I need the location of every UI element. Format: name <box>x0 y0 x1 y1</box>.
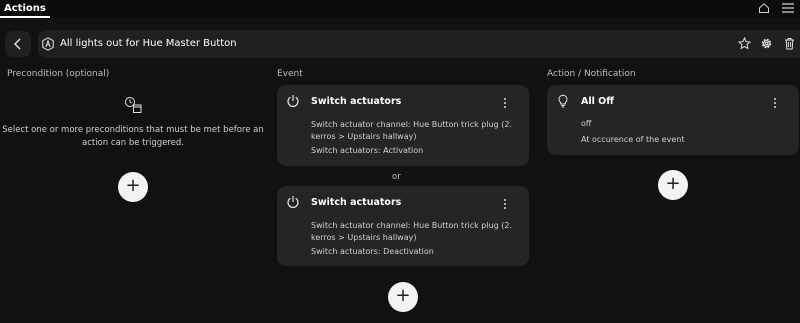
event-title: Switch actuators <box>311 96 402 107</box>
page-title: All lights out for Hue Master Button <box>60 38 237 49</box>
title-bar: All lights out for Hue Master Button <box>38 30 800 58</box>
clock-calendar-icon <box>125 97 142 113</box>
kebab-menu-icon[interactable] <box>503 198 507 210</box>
action-value: off <box>581 119 592 128</box>
precondition-empty-text: Select one or more preconditions that mu… <box>2 125 264 148</box>
event-detail: Switch actuator channel: Hue Button tric… <box>311 221 513 242</box>
power-icon <box>287 95 299 107</box>
gear-icon[interactable] <box>760 37 773 50</box>
star-icon[interactable] <box>738 37 751 50</box>
trash-icon[interactable] <box>783 37 796 50</box>
action-card[interactable]: All Off off At occurence of the event <box>547 85 799 155</box>
event-detail: Switch actuator channel: Hue Button tric… <box>311 120 513 141</box>
top-bar: Actions <box>0 0 800 18</box>
action-title: All Off <box>581 96 614 107</box>
event-header: Event <box>277 69 303 79</box>
event-card[interactable]: Switch actuators Switch actuator channel… <box>277 85 529 166</box>
home-icon[interactable] <box>758 2 770 14</box>
chevron-left-icon <box>13 38 21 50</box>
power-icon <box>287 196 299 208</box>
back-button[interactable] <box>5 31 31 57</box>
event-or-separator: or <box>392 172 401 182</box>
add-precondition-button[interactable]: + <box>118 172 148 202</box>
event-title: Switch actuators <box>311 197 402 208</box>
event-state: Switch actuators: Deactivation <box>311 247 434 256</box>
action-timing: At occurence of the event <box>581 135 685 144</box>
event-state: Switch actuators: Activation <box>311 146 424 155</box>
lightbulb-icon <box>558 94 568 108</box>
precondition-header: Precondition (optional) <box>7 69 110 79</box>
hamburger-menu-icon[interactable] <box>782 3 794 13</box>
tab-actions[interactable]: Actions <box>0 0 50 18</box>
add-action-button[interactable]: + <box>658 170 688 200</box>
kebab-menu-icon[interactable] <box>503 97 507 109</box>
action-header: Action / Notification <box>547 69 636 79</box>
automation-a-icon <box>42 37 54 51</box>
add-event-button[interactable]: + <box>388 282 418 312</box>
event-card[interactable]: Switch actuators Switch actuator channel… <box>277 186 529 266</box>
kebab-menu-icon[interactable] <box>773 97 777 109</box>
